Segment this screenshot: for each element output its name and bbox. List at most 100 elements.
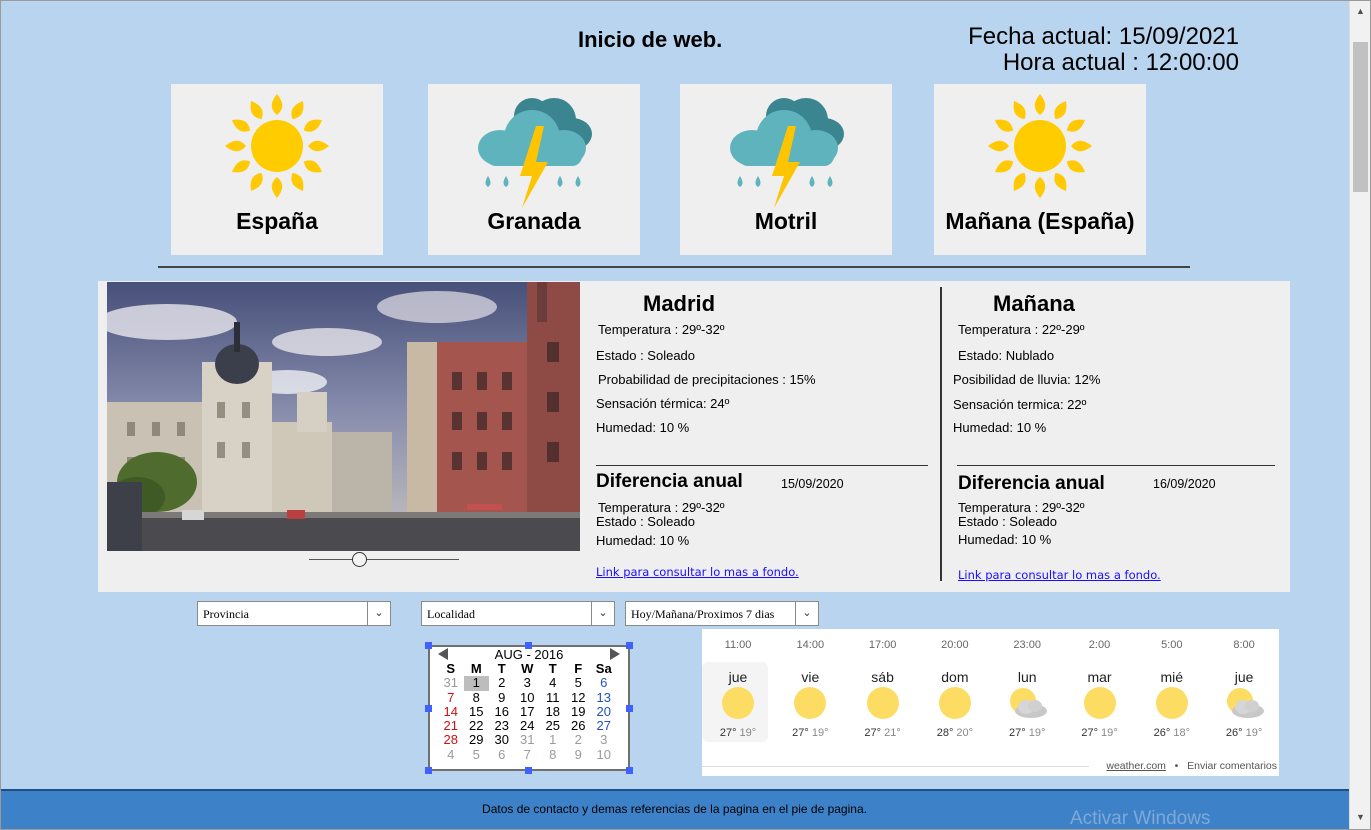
scroll-up-icon[interactable]: ▲ bbox=[1356, 6, 1365, 16]
resize-handle[interactable] bbox=[525, 642, 532, 649]
sun-icon bbox=[794, 687, 827, 719]
calendar-widget[interactable]: AUG - 2016 S M T W T F Sa 31 1 2 3 4 5 6 7 8 9 10 11 12 13 14… bbox=[428, 645, 630, 771]
calendar-day[interactable]: 6 bbox=[591, 676, 617, 690]
card-label: Mañana (España) bbox=[945, 208, 1135, 234]
forecast-time: 8:00 bbox=[1233, 639, 1255, 651]
calendar-day[interactable]: 4 bbox=[438, 747, 464, 762]
partly-cloudy-icon bbox=[1227, 688, 1265, 718]
calendar-day[interactable]: 10 bbox=[515, 690, 541, 705]
calendar-day[interactable]: 14 bbox=[438, 704, 464, 719]
madrid-more-link[interactable]: Link para consultar lo mas a fondo. bbox=[596, 565, 799, 579]
calendar-day[interactable]: 17 bbox=[515, 704, 541, 719]
resize-handle[interactable] bbox=[425, 705, 432, 712]
scrollbar-thumb[interactable] bbox=[1353, 42, 1368, 192]
manana-more-link[interactable]: Link para consultar lo mas a fondo. bbox=[958, 568, 1161, 582]
calendar-day[interactable]: 20 bbox=[591, 704, 617, 719]
resize-handle[interactable] bbox=[626, 767, 633, 774]
calendar-day[interactable]: 5 bbox=[566, 676, 592, 690]
feedback-link[interactable]: Enviar comentarios bbox=[1187, 760, 1277, 772]
forecast-time: 20:00 bbox=[941, 639, 969, 651]
footer-text: Datos de contacto y demas referencias de… bbox=[482, 802, 867, 816]
calendar-day[interactable]: 5 bbox=[464, 747, 490, 762]
scroll-down-icon[interactable]: ▼ bbox=[1356, 812, 1365, 822]
manana-estado: Estado: Nublado bbox=[958, 348, 1055, 363]
forecast-column[interactable]: 11:00 jue 27° 19° bbox=[702, 629, 774, 754]
resize-handle[interactable] bbox=[626, 642, 633, 649]
calendar-day[interactable]: 8 bbox=[464, 690, 490, 705]
slider-handle[interactable] bbox=[351, 552, 367, 567]
calendar-grid: S M T W T F Sa 31 1 2 3 4 5 6 7 8 9 10 11 12 13 14 15 16 17 18 19 2… bbox=[438, 661, 617, 762]
calendar-day[interactable]: 31 bbox=[438, 676, 464, 690]
calendar-day[interactable]: 11 bbox=[540, 690, 566, 705]
provincia-select[interactable]: Provincia ⌄ bbox=[197, 601, 391, 626]
periodo-select[interactable]: Hoy/Mañana/Proximos 7 dias ⌄ bbox=[625, 601, 819, 626]
next-month-icon[interactable] bbox=[610, 648, 620, 660]
forecast-high: 27° bbox=[1081, 727, 1098, 739]
chevron-down-icon[interactable]: ⌄ bbox=[591, 602, 614, 625]
calendar-day[interactable]: 10 bbox=[591, 747, 617, 762]
card-manana-espana[interactable]: Mañana (España) bbox=[934, 84, 1146, 255]
calendar-day[interactable]: 15 bbox=[464, 704, 490, 719]
resize-handle[interactable] bbox=[525, 767, 532, 774]
calendar-day[interactable]: 16 bbox=[489, 704, 515, 719]
calendar-day[interactable]: 28 bbox=[438, 733, 464, 747]
chevron-down-icon[interactable]: ⌄ bbox=[367, 602, 390, 625]
calendar-day[interactable]: 3 bbox=[515, 676, 541, 690]
calendar-day[interactable]: 21 bbox=[438, 719, 464, 733]
forecast-column[interactable]: 17:00 sáb 27° 21° bbox=[847, 629, 919, 754]
calendar-day[interactable]: 22 bbox=[464, 719, 490, 733]
calendar-day[interactable]: 8 bbox=[540, 747, 566, 762]
manana-diff-title: Diferencia anual bbox=[958, 473, 1105, 494]
resize-handle[interactable] bbox=[425, 767, 432, 774]
calendar-day[interactable]: 27 bbox=[591, 719, 617, 733]
calendar-day[interactable]: 7 bbox=[438, 690, 464, 705]
image-slider[interactable] bbox=[309, 552, 459, 567]
card-granada[interactable]: Granada bbox=[428, 84, 640, 255]
forecast-column[interactable]: 2:00 mar 27° 19° bbox=[1064, 629, 1136, 754]
calendar-day[interactable]: 23 bbox=[489, 719, 515, 733]
calendar-day[interactable]: 12 bbox=[566, 690, 592, 705]
calendar-day[interactable]: 26 bbox=[566, 719, 592, 733]
widget-footer: weather.com • Enviar comentarios bbox=[1106, 760, 1277, 772]
card-motril[interactable]: Motril bbox=[680, 84, 892, 255]
current-date: Fecha actual: 15/09/2021 bbox=[968, 23, 1239, 50]
calendar-day[interactable]: 30 bbox=[489, 733, 515, 747]
forecast-column[interactable]: 5:00 mié 26° 18° bbox=[1136, 629, 1208, 754]
manana-diff-date: 16/09/2020 bbox=[1153, 477, 1216, 491]
sun-icon bbox=[1083, 687, 1116, 719]
calendar-day[interactable]: 31 bbox=[515, 733, 541, 747]
sun-icon bbox=[722, 687, 754, 719]
localidad-select[interactable]: Localidad ⌄ bbox=[421, 601, 615, 626]
calendar-day[interactable]: 19 bbox=[566, 704, 592, 719]
weather-com-link[interactable]: weather.com bbox=[1106, 760, 1166, 772]
forecast-column[interactable]: 8:00 jue 26° 19° bbox=[1208, 629, 1280, 754]
calendar-day[interactable]: 1 bbox=[463, 676, 489, 691]
resize-handle[interactable] bbox=[425, 642, 432, 649]
forecast-time: 11:00 bbox=[724, 639, 752, 651]
resize-handle[interactable] bbox=[626, 705, 633, 712]
calendar-day[interactable]: 13 bbox=[591, 690, 617, 705]
forecast-column[interactable]: 23:00 lun 27° 19° bbox=[991, 629, 1063, 754]
calendar-day[interactable]: 18 bbox=[540, 704, 566, 719]
calendar-day[interactable]: 1 bbox=[540, 733, 566, 747]
madrid-diff-estado: Estado : Soleado bbox=[596, 514, 696, 529]
scrollbar[interactable]: ▲ ▼ bbox=[1349, 0, 1371, 830]
madrid-diff-temp: Temperatura : 29º-32º bbox=[598, 500, 725, 515]
forecast-widget: weather.com • Enviar comentarios 11:00 ju… bbox=[702, 629, 1279, 776]
chevron-down-icon[interactable]: ⌄ bbox=[795, 602, 818, 625]
manana-title: Mañana bbox=[993, 291, 1075, 316]
calendar-day[interactable]: 9 bbox=[566, 747, 592, 762]
calendar-day[interactable]: 7 bbox=[515, 747, 541, 762]
calendar-day[interactable]: 2 bbox=[489, 676, 515, 690]
calendar-day[interactable]: 4 bbox=[540, 676, 566, 690]
calendar-day[interactable]: 3 bbox=[591, 733, 617, 747]
calendar-day[interactable]: 24 bbox=[515, 719, 541, 733]
calendar-day[interactable]: 6 bbox=[489, 747, 515, 762]
card-espana[interactable]: España bbox=[171, 84, 383, 255]
forecast-column[interactable]: 14:00 vie 27° 19° bbox=[774, 629, 846, 754]
calendar-day[interactable]: 2 bbox=[566, 733, 592, 747]
forecast-column[interactable]: 20:00 dom 28° 20° bbox=[919, 629, 991, 754]
calendar-day[interactable]: 25 bbox=[540, 719, 566, 733]
calendar-day[interactable]: 9 bbox=[489, 690, 515, 705]
calendar-day[interactable]: 29 bbox=[464, 733, 490, 747]
